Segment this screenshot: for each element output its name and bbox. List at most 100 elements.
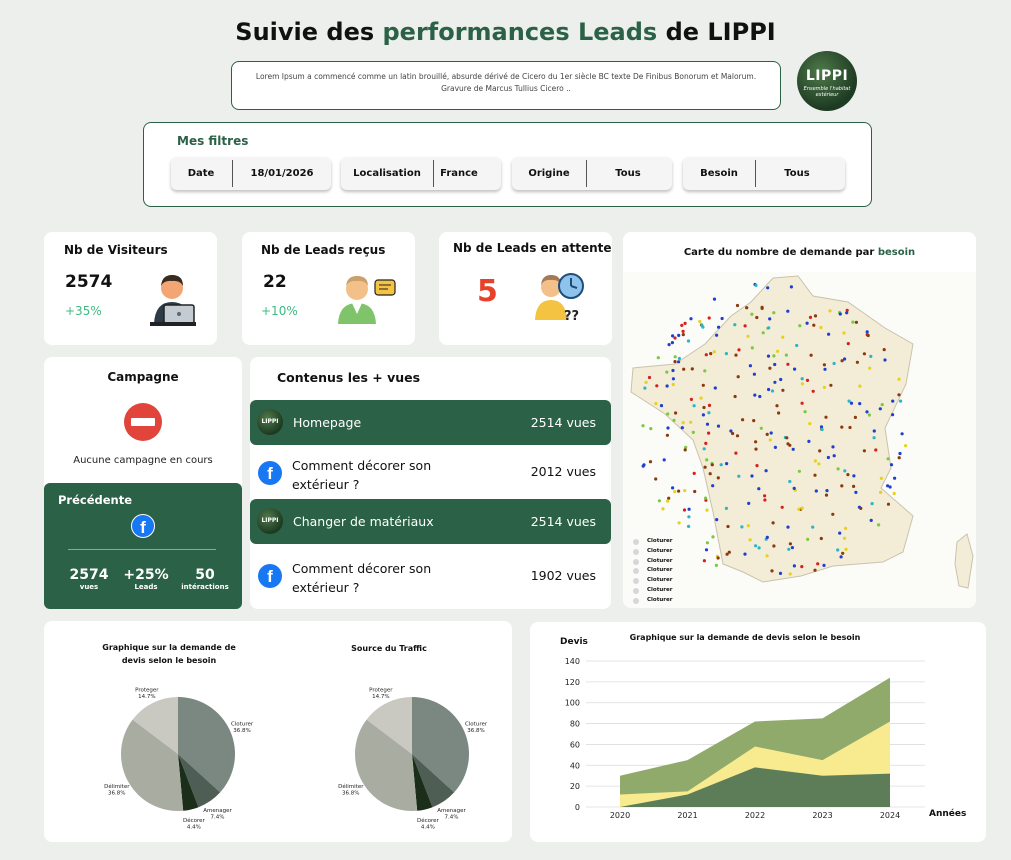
map-dot	[654, 477, 658, 481]
map-dot	[826, 455, 830, 460]
map-dot	[851, 320, 855, 324]
filter-localisation[interactable]: Localisation France	[341, 157, 501, 190]
map-dot	[661, 507, 665, 511]
map-dot	[858, 402, 862, 406]
map-dot	[886, 502, 891, 506]
map-dot	[673, 336, 677, 340]
map-dot	[822, 363, 826, 367]
previous-campaign-title: Précédente	[58, 493, 133, 507]
pie-label: Proteger	[369, 687, 393, 693]
map-dot	[674, 411, 678, 415]
map-dot	[808, 422, 812, 426]
map-dot	[767, 326, 771, 330]
map-dot	[878, 407, 882, 411]
map-dot	[899, 399, 903, 403]
map-dot	[847, 399, 851, 403]
map-dot	[819, 325, 823, 330]
page-title: Suivie des performances Leads de LIPPI	[235, 18, 776, 46]
map-dot	[852, 484, 856, 488]
map-dot	[716, 476, 720, 480]
map-dot	[773, 362, 777, 367]
map-dot	[682, 508, 687, 512]
map-dot	[788, 572, 792, 576]
pie-chart-2: Cloturer36.8%Amenager7.4%Décorer4.4%Déli…	[338, 687, 488, 830]
map-dot	[691, 430, 695, 434]
map-dot	[671, 334, 675, 338]
map-dot	[755, 315, 759, 320]
map-dot	[754, 447, 758, 451]
map-dot	[665, 384, 669, 388]
map-dot	[797, 507, 801, 511]
map-dot	[746, 334, 750, 338]
map-dot	[831, 512, 835, 516]
map-dot	[677, 333, 681, 337]
map-dot	[708, 472, 712, 476]
map-dot	[785, 436, 789, 440]
map-dot	[904, 444, 908, 448]
pie-chart-1: Cloturer36.8%Amenager7.4%Décorer4.4%Déli…	[104, 687, 254, 830]
filter-origine[interactable]: Origine Tous	[512, 157, 672, 190]
stat-leads: +25% Leads	[123, 567, 169, 591]
map-dot	[737, 474, 741, 478]
map-dot	[800, 565, 804, 569]
map-dot	[687, 515, 691, 519]
map-dot	[791, 447, 795, 451]
content-row[interactable]: f Comment décorer son extérieur ? 1902 v…	[250, 553, 611, 605]
map-dot	[758, 394, 762, 399]
map-dot	[770, 569, 774, 573]
content-title: Changer de matériaux	[293, 514, 434, 529]
map-dot	[809, 353, 813, 357]
map-dot	[647, 375, 652, 380]
map-dot	[824, 415, 828, 419]
map-dot	[781, 388, 785, 392]
map-dot	[724, 506, 728, 510]
person-clock-icon: ??	[535, 273, 584, 322]
map-dot	[735, 434, 740, 438]
map-dot	[868, 366, 872, 370]
pie-value-label: 36.8%	[108, 790, 125, 796]
map-dot	[704, 496, 708, 500]
filter-besoin[interactable]: Besoin Tous	[683, 157, 845, 190]
pie-value-label: 36.8%	[342, 790, 359, 796]
map-dot	[843, 469, 847, 473]
content-views: 1902 vues	[530, 568, 596, 583]
map-dot	[671, 382, 675, 387]
map-dot	[699, 396, 703, 400]
map-dot	[772, 354, 776, 358]
content-row[interactable]: f Comment décorer son extérieur ? 2012 v…	[250, 450, 611, 502]
map-dot	[779, 377, 783, 382]
map-dot	[642, 463, 646, 467]
map-dot	[703, 465, 707, 469]
no-entry-icon	[124, 403, 162, 441]
map-dot	[831, 445, 835, 449]
map-dot	[813, 473, 817, 477]
map-dot	[805, 378, 810, 382]
map-dot	[891, 399, 895, 403]
map-dot	[813, 459, 817, 463]
stat-views: 2574 vues	[69, 567, 109, 591]
map-dot	[712, 350, 716, 354]
kpi-pending-title: Nb de Leads en attente	[453, 241, 612, 255]
map-dot	[643, 386, 647, 390]
map-dot	[748, 364, 752, 368]
filter-date[interactable]: Date 18/01/2026	[171, 157, 331, 190]
map-dot	[772, 311, 776, 315]
x-tick-label: 2024	[880, 811, 900, 820]
content-row[interactable]: LIPPI Changer de matériaux 2514 vues	[250, 499, 611, 544]
map-dot	[659, 404, 664, 408]
kpi-pending-card: Nb de Leads en attente 5 ??	[439, 232, 612, 345]
map-dot	[656, 356, 660, 360]
map-dot	[665, 433, 669, 437]
map-dot	[677, 360, 681, 364]
map-dot	[667, 496, 671, 500]
pie-value-label: 14.7%	[138, 694, 155, 700]
pie-label: Délimiter	[338, 783, 364, 790]
map-dot	[666, 499, 670, 503]
map-dot	[806, 537, 810, 541]
map-dot	[711, 535, 715, 539]
content-row[interactable]: LIPPI Homepage 2514 vues	[250, 400, 611, 445]
map-dot	[836, 548, 840, 552]
map-dot	[816, 562, 820, 566]
map-dot	[734, 451, 738, 455]
map-dot	[807, 439, 811, 443]
